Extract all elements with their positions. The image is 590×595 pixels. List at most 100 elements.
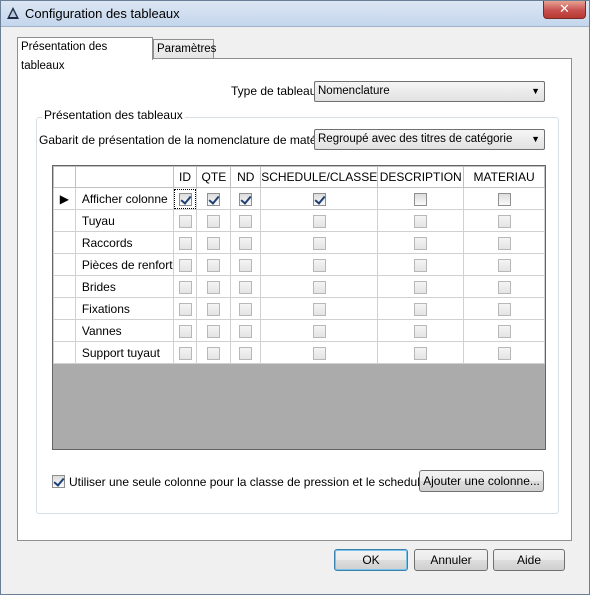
grid-cell[interactable]: [230, 187, 262, 210]
table-row[interactable]: Raccords: [53, 231, 545, 254]
grid-cell[interactable]: [377, 297, 465, 320]
cell-checkbox[interactable]: [414, 324, 428, 338]
grid-cell[interactable]: [463, 187, 545, 210]
cell-checkbox[interactable]: [414, 258, 428, 272]
cell-checkbox[interactable]: [414, 236, 428, 250]
cell-checkbox[interactable]: [497, 258, 511, 272]
cell-checkbox[interactable]: [414, 280, 428, 294]
cell-checkbox[interactable]: [312, 192, 326, 206]
cell-checkbox[interactable]: [239, 192, 253, 206]
table-row[interactable]: Brides: [53, 275, 545, 298]
grid-cell[interactable]: [260, 187, 379, 210]
add-column-button[interactable]: Ajouter une colonne...: [419, 470, 544, 492]
grid-cell[interactable]: [260, 319, 379, 342]
cell-checkbox[interactable]: [207, 192, 221, 206]
grid-cell[interactable]: [377, 319, 465, 342]
grid-cell[interactable]: [260, 297, 379, 320]
row-header[interactable]: [53, 341, 76, 364]
grid-cell[interactable]: [230, 341, 262, 364]
cell-checkbox[interactable]: [312, 346, 326, 360]
type-tableau-select[interactable]: Nomenclature ▼: [314, 81, 545, 102]
cell-checkbox[interactable]: [414, 214, 428, 228]
grid-cell[interactable]: [196, 209, 232, 232]
grid-cell[interactable]: [463, 253, 545, 276]
cell-checkbox[interactable]: [414, 346, 428, 360]
row-header[interactable]: [53, 209, 76, 232]
row-header[interactable]: [53, 275, 76, 298]
cell-checkbox[interactable]: [414, 302, 428, 316]
grid-cell[interactable]: [463, 319, 545, 342]
current-row-arrow-icon[interactable]: ▶: [53, 187, 76, 210]
cell-checkbox[interactable]: [207, 324, 221, 338]
grid-cell[interactable]: [230, 253, 262, 276]
grid-cell[interactable]: [377, 275, 465, 298]
grid-cell[interactable]: [172, 275, 198, 298]
grid-cell[interactable]: [260, 209, 379, 232]
cell-checkbox[interactable]: [239, 280, 253, 294]
grid-cell[interactable]: [463, 341, 545, 364]
col-header-materiau[interactable]: MATERIAU: [463, 166, 545, 188]
table-row[interactable]: Vannes: [53, 319, 545, 342]
col-header-schedule-classe[interactable]: SCHEDULE/CLASSE: [260, 166, 379, 188]
single-column-checkbox[interactable]: [52, 475, 65, 488]
cell-checkbox[interactable]: [207, 236, 221, 250]
cell-checkbox[interactable]: [178, 236, 192, 250]
col-header-id[interactable]: ID: [172, 166, 198, 188]
cell-checkbox[interactable]: [207, 214, 221, 228]
cell-checkbox[interactable]: [178, 280, 192, 294]
grid-cell[interactable]: [172, 209, 198, 232]
col-header-qte[interactable]: QTE: [196, 166, 232, 188]
grid-cell[interactable]: [172, 253, 198, 276]
grid-cell[interactable]: [463, 297, 545, 320]
help-button[interactable]: Aide: [493, 549, 565, 571]
cell-checkbox[interactable]: [312, 302, 326, 316]
cell-checkbox[interactable]: [497, 302, 511, 316]
cell-checkbox[interactable]: [207, 346, 221, 360]
grid-cell[interactable]: [260, 231, 379, 254]
table-row[interactable]: ▶ Afficher colonne: [53, 187, 545, 210]
cell-checkbox[interactable]: [239, 324, 253, 338]
grid-cell[interactable]: [230, 297, 262, 320]
cell-checkbox[interactable]: [207, 302, 221, 316]
table-row[interactable]: Pièces de renfort: [53, 253, 545, 276]
grid-cell[interactable]: [196, 341, 232, 364]
close-button[interactable]: ✕: [543, 1, 586, 19]
gabarit-select[interactable]: Regroupé avec des titres de catégorie ▼: [314, 129, 545, 150]
grid-cell[interactable]: [260, 341, 379, 364]
cell-checkbox[interactable]: [497, 280, 511, 294]
cell-checkbox[interactable]: [497, 192, 511, 206]
cell-checkbox[interactable]: [178, 258, 192, 272]
title-bar[interactable]: Configuration des tableaux ✕: [1, 1, 589, 27]
cell-checkbox[interactable]: [312, 214, 326, 228]
grid-cell[interactable]: [172, 297, 198, 320]
table-row[interactable]: Fixations: [53, 297, 545, 320]
grid-cell[interactable]: [377, 231, 465, 254]
cell-checkbox[interactable]: [312, 258, 326, 272]
grid-cell[interactable]: [196, 187, 232, 210]
cancel-button[interactable]: Annuler: [414, 549, 488, 571]
cell-checkbox[interactable]: [239, 346, 253, 360]
grid-cell[interactable]: [196, 253, 232, 276]
grid-cell[interactable]: [230, 275, 262, 298]
config-grid[interactable]: ID QTE ND SCHEDULE/CLASSE DESCRIPTION MA…: [52, 165, 546, 450]
grid-cell[interactable]: [377, 209, 465, 232]
grid-cell[interactable]: [230, 319, 262, 342]
cell-checkbox[interactable]: [207, 280, 221, 294]
grid-cell[interactable]: [196, 275, 232, 298]
col-header-nd[interactable]: ND: [230, 166, 262, 188]
cell-checkbox[interactable]: [178, 214, 192, 228]
grid-cell[interactable]: [463, 275, 545, 298]
cell-checkbox[interactable]: [207, 258, 221, 272]
table-row[interactable]: Support tuyaut: [53, 341, 545, 364]
row-header[interactable]: [53, 231, 76, 254]
tab-parametres[interactable]: Paramètres: [153, 39, 216, 60]
cell-checkbox[interactable]: [239, 258, 253, 272]
grid-cell[interactable]: [196, 319, 232, 342]
grid-cell[interactable]: [196, 231, 232, 254]
cell-checkbox[interactable]: [178, 192, 192, 206]
col-header-description[interactable]: DESCRIPTION: [377, 166, 465, 188]
grid-cell[interactable]: [172, 319, 198, 342]
grid-cell[interactable]: [377, 253, 465, 276]
tab-presentation[interactable]: Présentation des tableaux: [17, 37, 153, 72]
cell-checkbox[interactable]: [239, 214, 253, 228]
